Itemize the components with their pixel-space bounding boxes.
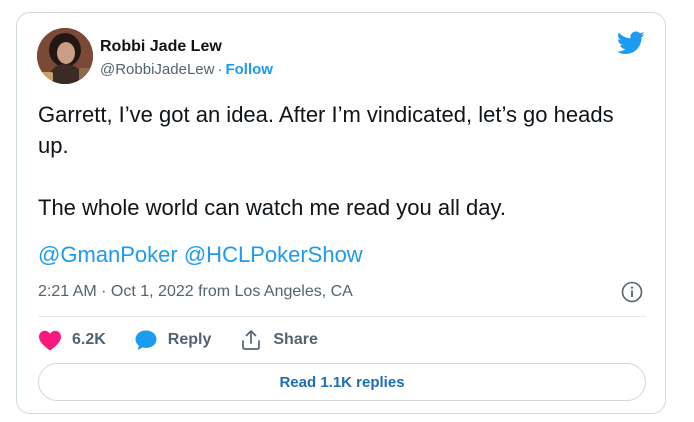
separator-dot: ·: [217, 61, 223, 78]
author-name[interactable]: Robbi Jade Lew: [100, 38, 222, 56]
mention-gmanpoker[interactable]: @GmanPoker: [38, 242, 178, 267]
like-count: 6.2K: [72, 331, 106, 348]
mentions: @GmanPoker @HCLPokerShow: [38, 242, 363, 268]
twitter-bird-icon[interactable]: [616, 31, 645, 55]
reply-bubble-icon: [135, 330, 157, 350]
action-bar: 6.2K Reply Share: [38, 328, 346, 352]
info-icon[interactable]: [621, 281, 643, 303]
reply-label: Reply: [167, 331, 212, 348]
read-replies-button[interactable]: Read 1.1K replies: [38, 363, 646, 401]
share-icon: [242, 330, 261, 350]
tweet-text: Garrett, I’ve got an idea. After I’m vin…: [38, 99, 638, 254]
like-button[interactable]: 6.2K: [38, 329, 106, 351]
mention-hclpokershow[interactable]: @HCLPokerShow: [184, 242, 363, 267]
avatar[interactable]: [37, 28, 93, 84]
avatar-image: [37, 28, 93, 84]
handle-row: @RobbiJadeLew · Follow: [100, 61, 273, 78]
tweet-card: Robbi Jade Lew @RobbiJadeLew · Follow Garr…: [16, 12, 666, 414]
tweet-paragraph-2: The whole world can watch me read you al…: [38, 195, 506, 220]
share-button[interactable]: Share: [239, 329, 318, 351]
reply-button[interactable]: Reply: [134, 329, 212, 351]
follow-link[interactable]: Follow: [225, 61, 273, 78]
share-label: Share: [273, 331, 318, 348]
tweet-timestamp[interactable]: 2:21 AM · Oct 1, 2022 from Los Angeles, …: [38, 283, 353, 301]
heart-icon: [39, 330, 61, 351]
author-handle[interactable]: @RobbiJadeLew: [100, 61, 214, 78]
divider: [38, 316, 646, 317]
tweet-paragraph-1: Garrett, I’ve got an idea. After I’m vin…: [38, 102, 614, 158]
